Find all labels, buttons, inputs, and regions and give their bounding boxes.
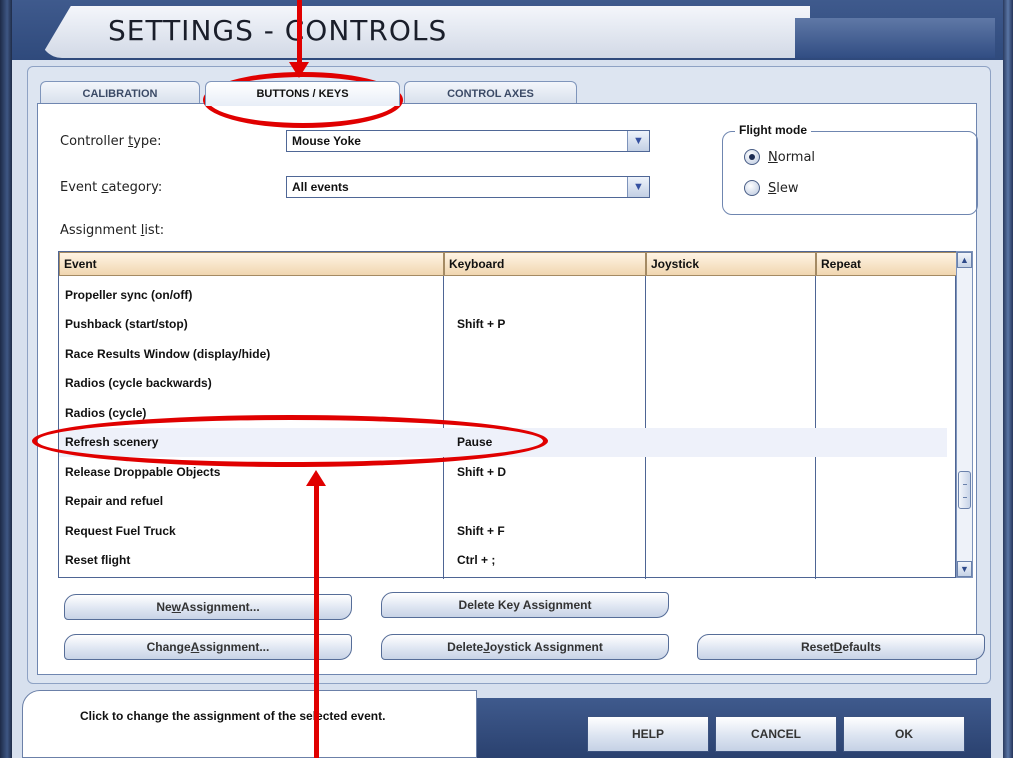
flight-mode-group: Flight mode: [722, 123, 978, 215]
annotation-arrow-top: [297, 0, 302, 68]
event-category-label: Event category:: [60, 180, 163, 195]
cell-event: Radios (cycle backwards): [65, 376, 212, 390]
annotation-circle-row: [32, 415, 548, 467]
annotation-arrow-bottom: [314, 484, 319, 758]
chevron-down-icon[interactable]: ▼: [627, 131, 649, 151]
table-row[interactable]: Propeller sync (on/off): [59, 280, 947, 309]
window-frame-left: [0, 0, 12, 758]
cell-keyboard: Shift + P: [457, 317, 506, 331]
column-header-event[interactable]: Event: [59, 252, 444, 276]
table-header: Event Keyboard Joystick Repeat: [59, 252, 957, 276]
cell-event: Release Droppable Objects: [65, 464, 221, 479]
chevron-down-icon[interactable]: ▼: [627, 177, 649, 197]
annotation-arrowhead-up: [306, 470, 326, 486]
status-text: Click to change the assignment of the se…: [80, 709, 386, 723]
tab-buttons-keys[interactable]: BUTTONS / KEYS: [205, 81, 400, 106]
cell-event: Repair and refuel: [65, 494, 164, 508]
event-category-value: All events: [292, 180, 349, 194]
cell-event: Reset flight: [65, 553, 131, 567]
tab-calibration[interactable]: CALIBRATION: [40, 81, 200, 105]
change-assignment-button[interactable]: Change Assignment...: [64, 634, 352, 660]
assignment-table: Event Keyboard Joystick Repeat Propeller…: [58, 251, 957, 579]
table-row[interactable]: Radios (cycle backwards): [59, 369, 947, 398]
flight-mode-normal[interactable]: Normal: [744, 149, 815, 165]
status-box: [22, 690, 477, 758]
table-scrollbar[interactable]: ▲ ▼: [956, 251, 973, 578]
column-header-joystick[interactable]: Joystick: [646, 252, 816, 276]
radio-button-icon[interactable]: [744, 149, 760, 165]
ok-button[interactable]: OK: [843, 716, 965, 752]
flight-mode-slew[interactable]: Slew: [744, 180, 799, 196]
cell-event: Propeller sync (on/off): [65, 287, 193, 302]
reset-defaults-button[interactable]: Reset Defaults: [697, 634, 985, 660]
cell-keyboard: Shift + F: [457, 523, 505, 538]
controller-type-value: Mouse Yoke: [292, 134, 361, 148]
column-header-keyboard[interactable]: Keyboard: [444, 252, 646, 276]
new-assignment-button[interactable]: Ne w Assignment...: [64, 594, 352, 620]
column-header-repeat[interactable]: Repeat: [816, 252, 957, 276]
window-frame-right: [1003, 0, 1013, 758]
controller-type-dropdown[interactable]: Mouse Yoke ▼: [286, 130, 650, 152]
event-category-dropdown[interactable]: All events ▼: [286, 176, 650, 198]
cell-keyboard: Shift + D: [457, 464, 507, 479]
flight-mode-normal-label: Normal: [768, 149, 816, 165]
tab-control-axes[interactable]: CONTROL AXES: [404, 81, 577, 105]
flight-mode-legend: Flight mode: [735, 123, 811, 137]
radio-button-icon[interactable]: [744, 180, 760, 196]
controller-type-label: Controller type:: [60, 134, 162, 149]
scroll-up-icon[interactable]: ▲: [957, 252, 972, 268]
flight-mode-slew-label: Slew: [768, 180, 799, 196]
table-row[interactable]: Repair and refuel: [59, 487, 947, 516]
cell-event: Request Fuel Truck: [65, 523, 176, 538]
delete-joystick-assignment-button[interactable]: Delete Joystick Assignment: [381, 634, 669, 660]
cell-event: Pushback (start/stop): [65, 317, 188, 331]
table-row[interactable]: Request Fuel Truck Shift + F: [59, 516, 947, 545]
window-title: SETTINGS - CONTROLS: [108, 14, 448, 47]
table-row[interactable]: Pushback (start/stop) Shift + P: [59, 310, 947, 339]
title-bar-accent: [795, 18, 995, 58]
cancel-button[interactable]: CANCEL: [715, 716, 837, 752]
table-row[interactable]: Reset flight Ctrl + ;: [59, 546, 947, 575]
annotation-arrowhead-down: [289, 62, 309, 78]
cell-keyboard: Ctrl + ;: [457, 553, 496, 567]
cell-event: Race Results Window (display/hide): [65, 346, 271, 361]
scroll-down-icon[interactable]: ▼: [957, 561, 972, 577]
assignment-list-label: Assignment list:: [60, 223, 165, 238]
delete-key-assignment-button[interactable]: Delete Key Assignment: [381, 592, 669, 618]
scrollbar-thumb[interactable]: [958, 471, 971, 509]
table-row[interactable]: Race Results Window (display/hide): [59, 339, 947, 368]
cell-event: Radios (cycle): [65, 405, 147, 420]
help-button[interactable]: HELP: [587, 716, 709, 752]
